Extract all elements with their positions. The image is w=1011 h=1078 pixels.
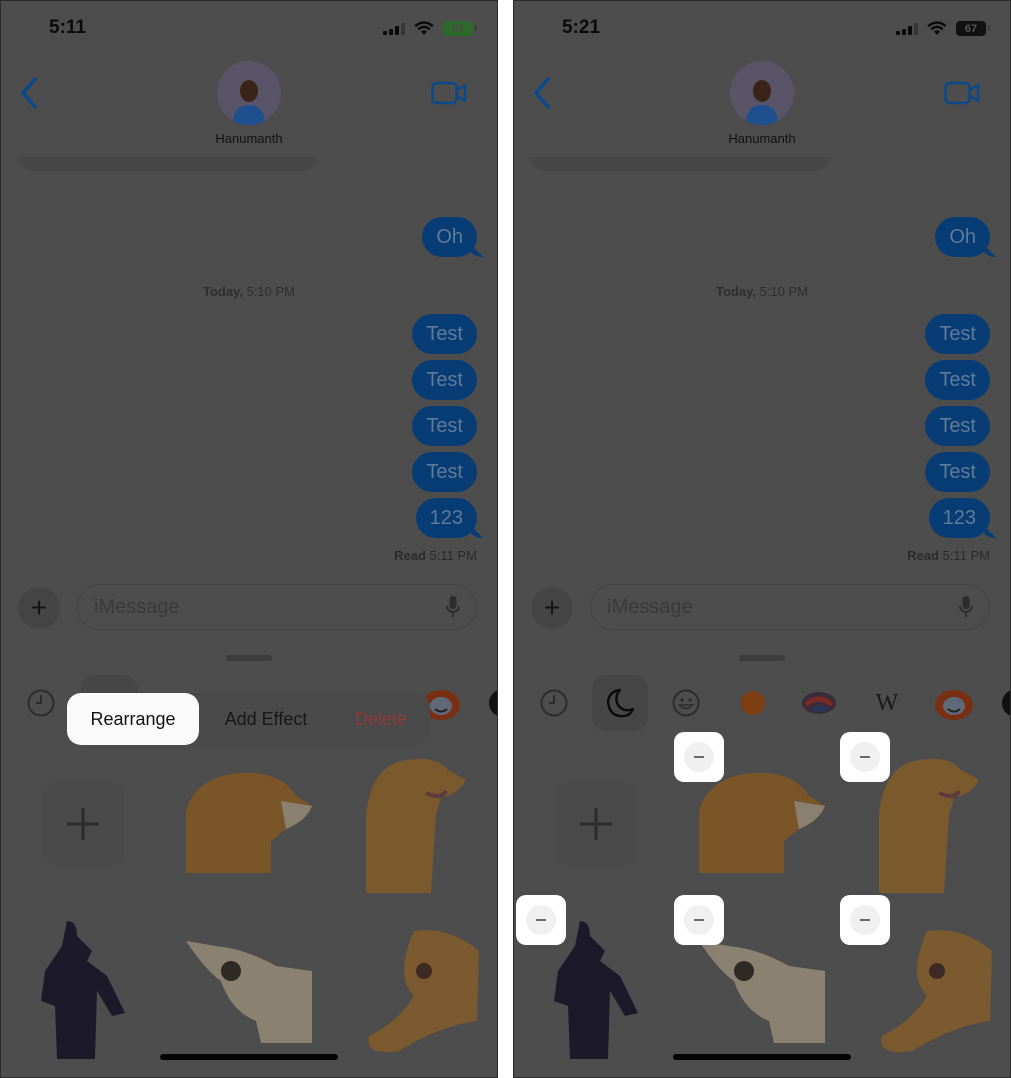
reddit-app-icon[interactable] <box>932 687 976 720</box>
sticker-dog-white-tilted[interactable] <box>699 941 827 1043</box>
apps-plus-button[interactable]: + <box>18 587 60 629</box>
message-bubble[interactable]: Test <box>412 452 477 492</box>
battery-indicator: 67 <box>956 21 990 36</box>
sticker-context-menu: Rearrange Add Effect Delete <box>67 693 430 745</box>
recents-clock-icon[interactable] <box>538 687 570 719</box>
battery-indicator: 51 <box>443 21 477 36</box>
plus-icon <box>67 808 99 840</box>
message-bubble[interactable]: Test <box>925 314 990 354</box>
remove-sticker-button[interactable] <box>840 895 890 945</box>
add-sticker-button[interactable] <box>42 783 124 865</box>
message-bubble[interactable]: Test <box>925 452 990 492</box>
microphone-icon[interactable] <box>446 595 460 619</box>
message-bubble[interactable]: 123 <box>415 498 477 538</box>
more-apps-icon[interactable] <box>487 687 497 719</box>
read-time: 5:11 PM <box>429 548 477 563</box>
header-divider <box>530 157 830 171</box>
read-time: 5:11 PM <box>942 548 990 563</box>
sticker-warrior-figure[interactable] <box>550 921 642 1059</box>
message-bubble[interactable]: Test <box>925 360 990 400</box>
message-bubble[interactable]: Test <box>412 360 477 400</box>
contact-header[interactable]: Hanumanth <box>514 61 1010 146</box>
sticker-dog-golden-upright[interactable] <box>879 755 981 893</box>
phone-screen-rearrange-mode: 5:21 67 Hanumanth Oh Today, 5:10 PM Test… <box>513 0 1011 1078</box>
message-timestamp: Today, 5:10 PM <box>1 284 497 299</box>
sticker-dog-golden-upright[interactable] <box>366 755 468 893</box>
message-bubble[interactable]: Test <box>412 314 477 354</box>
timestamp-time: 5:10 PM <box>246 284 295 299</box>
delete-menu-item[interactable]: Delete <box>333 693 429 745</box>
read-label: Read <box>394 548 426 563</box>
cellular-signal-icon <box>896 22 918 35</box>
message-timestamp: Today, 5:10 PM <box>514 284 1010 299</box>
wifi-icon <box>414 21 434 35</box>
home-indicator[interactable] <box>673 1054 851 1060</box>
imessage-input[interactable] <box>94 595 446 619</box>
remove-sticker-button[interactable] <box>674 895 724 945</box>
memoji-icon <box>746 80 778 125</box>
message-bubble[interactable]: Test <box>925 406 990 446</box>
read-receipt: Read 5:11 PM <box>907 548 990 563</box>
add-effect-menu-item[interactable]: Add Effect <box>199 693 333 745</box>
message-bubble[interactable]: 123 <box>928 498 990 538</box>
message-bubble[interactable]: Oh <box>422 217 477 257</box>
home-indicator[interactable] <box>160 1054 338 1060</box>
wifi-icon <box>927 21 947 35</box>
sticker-dog-golden-profile[interactable] <box>699 771 829 873</box>
minus-icon <box>526 905 556 935</box>
sticker-dog-golden-profile[interactable] <box>186 771 316 873</box>
contact-name: Hanumanth <box>215 131 283 146</box>
add-sticker-button[interactable] <box>555 783 637 865</box>
timestamp-time: 5:10 PM <box>759 284 808 299</box>
microphone-icon[interactable] <box>959 595 973 619</box>
avatar[interactable] <box>730 61 794 125</box>
header-divider <box>17 157 317 171</box>
status-time: 5:21 <box>562 17 601 38</box>
imessage-field[interactable] <box>77 584 477 630</box>
stickers-app-icon[interactable] <box>592 675 648 731</box>
drawer-grabber[interactable] <box>226 655 272 661</box>
game-app-icon[interactable] <box>800 687 838 719</box>
wikipedia-app-icon[interactable]: W <box>871 687 903 719</box>
read-label: Read <box>907 548 939 563</box>
timestamp-day: Today, <box>202 284 243 299</box>
plus-icon <box>580 808 612 840</box>
read-receipt: Read 5:11 PM <box>394 548 477 563</box>
app-drawer-strip: W <box>514 673 1010 731</box>
drawer-grabber[interactable] <box>739 655 785 661</box>
more-apps-icon[interactable] <box>1000 687 1010 719</box>
status-icons: 67 <box>896 21 990 36</box>
minus-icon <box>684 905 714 935</box>
memoji-icon <box>233 80 265 125</box>
remove-sticker-button[interactable] <box>840 732 890 782</box>
sticker-warrior-figure[interactable] <box>37 921 129 1059</box>
apps-plus-button[interactable]: + <box>531 587 573 629</box>
sticker-dog-lying-down[interactable] <box>872 926 996 1056</box>
minus-icon <box>850 905 880 935</box>
contact-name: Hanumanth <box>728 131 796 146</box>
message-bubble[interactable]: Test <box>412 406 477 446</box>
sticker-dog-white-tilted[interactable] <box>186 941 314 1043</box>
cellular-signal-icon <box>383 22 405 35</box>
message-bubble[interactable]: Oh <box>935 217 990 257</box>
minus-icon <box>850 742 880 772</box>
sticker-dog-lying-down[interactable] <box>359 926 483 1056</box>
emoji-memoji-icon[interactable] <box>670 687 702 719</box>
orange-app-icon[interactable] <box>737 687 769 719</box>
timestamp-day: Today, <box>715 284 756 299</box>
rearrange-menu-item[interactable]: Rearrange <box>67 693 199 745</box>
remove-sticker-button[interactable] <box>516 895 566 945</box>
avatar[interactable] <box>217 61 281 125</box>
phone-screen-context-menu: 5:11 51 Hanumanth Oh Today, 5:10 PM Test… <box>0 0 498 1078</box>
recents-clock-icon[interactable] <box>25 687 57 719</box>
imessage-field[interactable] <box>590 584 990 630</box>
wikipedia-glyph: W <box>875 689 899 716</box>
status-time: 5:11 <box>49 17 86 38</box>
contact-header[interactable]: Hanumanth <box>1 61 497 146</box>
remove-sticker-button[interactable] <box>674 732 724 782</box>
status-icons: 51 <box>383 21 477 36</box>
imessage-input[interactable] <box>607 595 959 619</box>
minus-icon <box>684 742 714 772</box>
